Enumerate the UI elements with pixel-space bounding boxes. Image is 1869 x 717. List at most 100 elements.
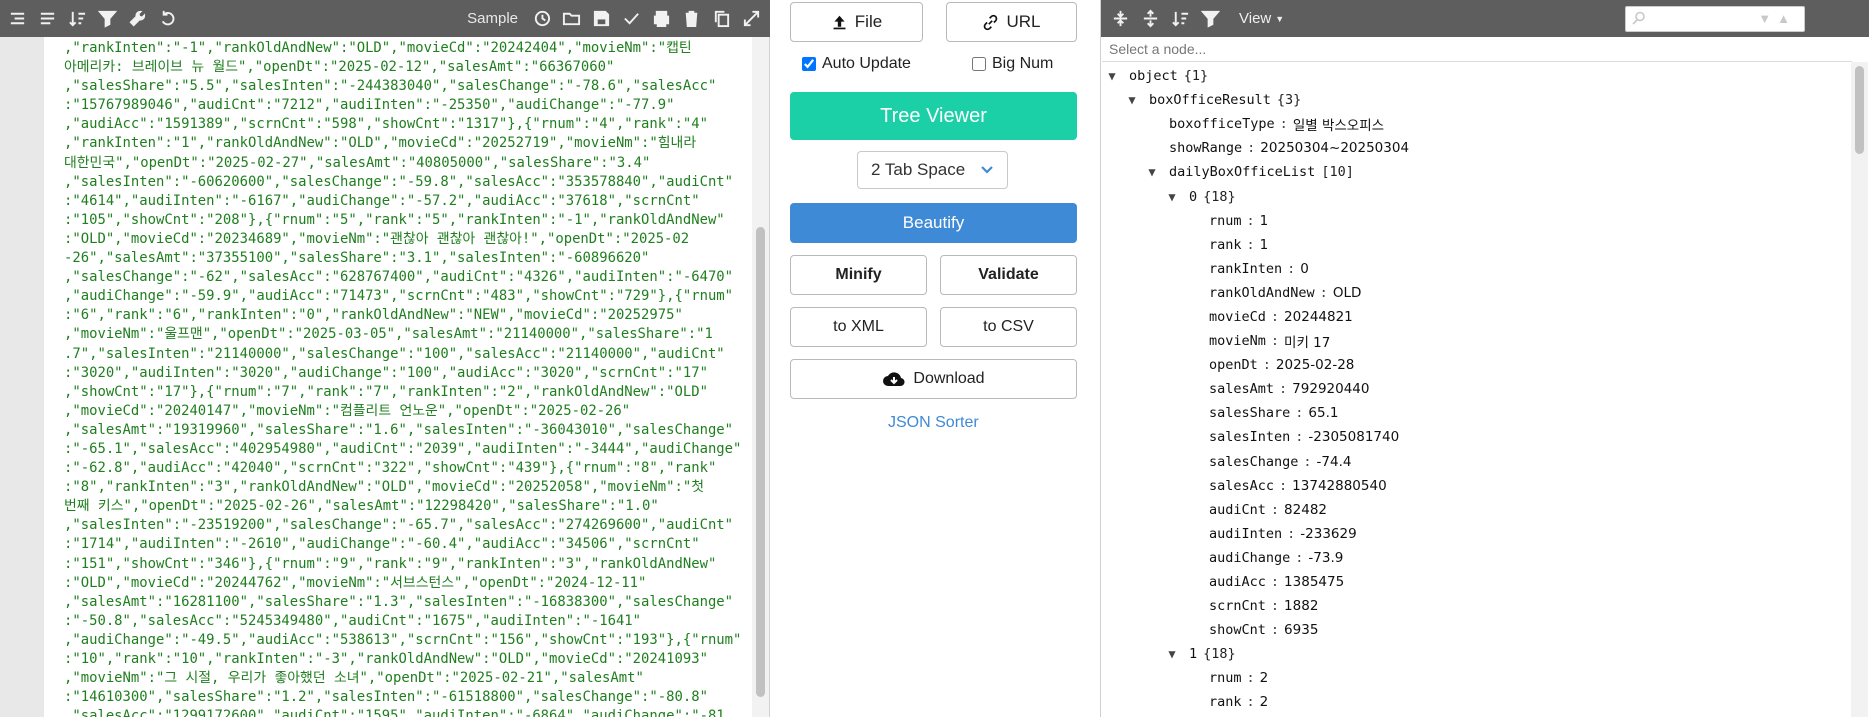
expand-toggle-icon[interactable]: ▼: [1165, 190, 1179, 204]
tree-viewer-button[interactable]: Tree Viewer: [790, 92, 1077, 140]
sample-label[interactable]: Sample: [467, 10, 518, 27]
auto-update-checkbox[interactable]: Auto Update: [802, 55, 911, 73]
tree-node[interactable]: ▼ dailyBoxOfficeList [10]: [1101, 160, 1851, 184]
tree-node[interactable]: salesChange: -74.4: [1101, 450, 1851, 474]
tree-colon: :: [1279, 116, 1288, 133]
tree-node[interactable]: salesAmt:792920440: [1101, 377, 1851, 401]
tree-node[interactable]: rank:1: [1101, 233, 1851, 257]
json-code-editor[interactable]: ,"rankInten":"-1","rankOldAndNew":"OLD",…: [64, 39, 754, 717]
tree-colon: :: [1287, 260, 1296, 277]
tree-node[interactable]: audiInten: -233629: [1101, 522, 1851, 546]
editor-scroll-thumb[interactable]: [756, 227, 765, 697]
minify-label: Minify: [835, 266, 882, 283]
save-icon[interactable]: [586, 0, 616, 37]
expand-icon[interactable]: [736, 0, 766, 37]
node-path-bar[interactable]: Select a node...: [1102, 37, 1852, 62]
filter-icon[interactable]: [92, 0, 122, 37]
tree-node[interactable]: rnum:2: [1101, 666, 1851, 690]
file-button-label: File: [854, 12, 883, 31]
code-line: ,"movieNm":"그 시절, 우리가 좋아했던 소녀","openDt":…: [64, 670, 644, 687]
expand-all-icon[interactable]: [1105, 0, 1135, 37]
expand-toggle-icon[interactable]: ▼: [1125, 93, 1139, 107]
view-menu-label: View: [1239, 10, 1272, 27]
tree-node[interactable]: scrnCnt:1882: [1101, 594, 1851, 618]
upload-icon: [833, 15, 846, 29]
tree-node-value: 미키 17: [1284, 335, 1331, 352]
search-nav-arrows-icon[interactable]: ▼▲: [1758, 11, 1796, 26]
tab-space-value: 2 Tab Space: [871, 160, 966, 179]
view-menu[interactable]: View ▼: [1239, 10, 1284, 27]
tree-node-key: rank: [1209, 694, 1242, 711]
tree-node[interactable]: rankOldAndNew: OLD: [1101, 281, 1851, 305]
tree-node[interactable]: movieNm: 미키 17: [1101, 329, 1851, 353]
tree-scrollbar[interactable]: [1851, 62, 1868, 717]
auto-update-input[interactable]: [802, 57, 816, 71]
expand-toggle-icon[interactable]: ▼: [1105, 69, 1119, 83]
expand-toggle-icon[interactable]: ▼: [1165, 647, 1179, 661]
tree-scroll-thumb[interactable]: [1855, 66, 1864, 154]
to-csv-label: to CSV: [983, 318, 1034, 335]
editor-scrollbar[interactable]: [752, 37, 769, 717]
tree-node[interactable]: audiCnt:82482: [1101, 498, 1851, 522]
tree-node[interactable]: movieCd:20244821: [1101, 305, 1851, 329]
print-icon[interactable]: [646, 0, 676, 37]
tree-node[interactable]: ▼ boxOfficeResult {3}: [1101, 88, 1851, 112]
tree-node[interactable]: rnum:1: [1101, 209, 1851, 233]
download-button[interactable]: Download: [790, 359, 1077, 399]
tree-node[interactable]: ▼ 0 {18}: [1101, 184, 1851, 208]
validate-button[interactable]: Validate: [940, 255, 1077, 295]
tree-node[interactable]: audiChange: -73.9: [1101, 546, 1851, 570]
tree-node[interactable]: showRange:20250304~20250304: [1101, 136, 1851, 160]
tree-search-input[interactable]: ▼▲: [1625, 6, 1805, 32]
tab-space-select[interactable]: 2 Tab Space: [857, 151, 1008, 189]
tree-node-value: 1385475: [1284, 574, 1345, 591]
file-button[interactable]: File: [790, 2, 923, 42]
repair-wrench-icon[interactable]: [122, 0, 152, 37]
tree-node-count: {18}: [1203, 188, 1236, 205]
tree-node-key: salesShare: [1209, 405, 1291, 422]
tree-node[interactable]: openDt:2025-02-28: [1101, 353, 1851, 377]
expand-toggle-icon[interactable]: ▼: [1145, 165, 1159, 179]
big-num-checkbox[interactable]: Big Num: [972, 55, 1053, 73]
tree-node-value: 1882: [1284, 598, 1319, 615]
tree-node[interactable]: salesAcc:13742880540: [1101, 474, 1851, 498]
tree-node[interactable]: rankInten:0: [1101, 257, 1851, 281]
code-line: ,"movieCd":"20240147","movieNm":"컴플리트 언노…: [64, 402, 631, 419]
undo-icon[interactable]: [152, 0, 182, 37]
code-line: :"15767989046","audiCnt":"7212","audiInt…: [64, 97, 675, 114]
tree-node-key: salesAmt: [1209, 381, 1275, 398]
to-csv-button[interactable]: to CSV: [940, 307, 1077, 347]
big-num-input[interactable]: [972, 57, 986, 71]
to-xml-button[interactable]: to XML: [790, 307, 927, 347]
sort-icon[interactable]: [62, 0, 92, 37]
copy-icon[interactable]: [706, 0, 736, 37]
compact-icon[interactable]: [32, 0, 62, 37]
tree-node[interactable]: audiAcc:1385475: [1101, 570, 1851, 594]
tree-node-key: openDt: [1209, 357, 1258, 374]
tree-node[interactable]: ▼ 1 {18}: [1101, 642, 1851, 666]
url-button[interactable]: URL: [946, 2, 1077, 42]
json-sorter-link[interactable]: JSON Sorter: [888, 414, 979, 432]
sort-icon[interactable]: [1165, 0, 1195, 37]
format-icon[interactable]: [2, 0, 32, 37]
trash-icon[interactable]: [676, 0, 706, 37]
minify-button[interactable]: Minify: [790, 255, 927, 295]
tree-toolbar: View ▼ ▼▲: [1101, 0, 1869, 37]
tree-node[interactable]: showCnt:6935: [1101, 618, 1851, 642]
check-icon[interactable]: [616, 0, 646, 37]
tree-node[interactable]: ▼ object {1}: [1101, 64, 1851, 88]
tree-node-value: 65.1: [1308, 405, 1339, 422]
tree-node-key: showCnt: [1209, 622, 1266, 639]
tree-node[interactable]: salesShare:65.1: [1101, 401, 1851, 425]
tree-node-count: {1}: [1183, 68, 1209, 85]
beautify-label: Beautify: [902, 213, 965, 232]
beautify-button[interactable]: Beautify: [790, 203, 1077, 243]
tree-node[interactable]: rank:2: [1101, 690, 1851, 714]
open-folder-icon[interactable]: [556, 0, 586, 37]
filter-icon[interactable]: [1195, 0, 1225, 37]
history-icon[interactable]: [526, 0, 556, 37]
tree-node[interactable]: boxofficeType: 일별 박스오피스: [1101, 112, 1851, 136]
tree-node[interactable]: salesInten: -2305081740: [1101, 425, 1851, 449]
collapse-all-icon[interactable]: [1135, 0, 1165, 37]
tree-colon: :: [1295, 549, 1304, 566]
